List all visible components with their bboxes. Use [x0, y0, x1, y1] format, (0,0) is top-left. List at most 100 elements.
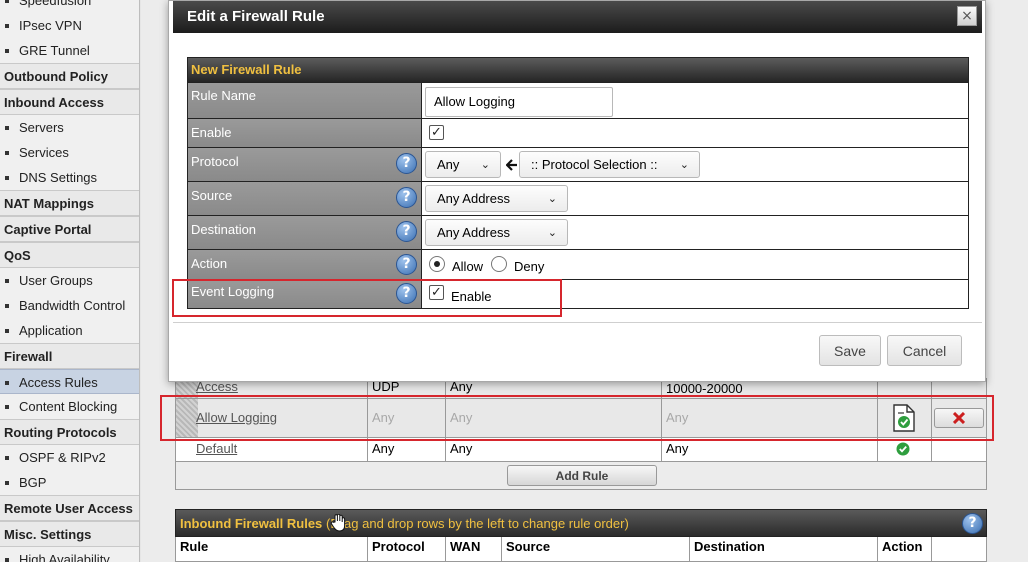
sidebar-section-qos[interactable]: QoS: [0, 242, 139, 268]
help-icon[interactable]: ?: [396, 187, 417, 208]
chevron-down-icon: ⌄: [480, 158, 490, 171]
sidebar-item-user-groups[interactable]: User Groups: [0, 268, 139, 293]
col-wan: WAN: [446, 537, 502, 561]
sidebar-item-high-availability[interactable]: High Availability: [0, 547, 139, 562]
help-icon[interactable]: ?: [396, 283, 417, 304]
allow-radio[interactable]: [429, 256, 445, 272]
rule-name-link[interactable]: Allow Logging: [196, 410, 277, 425]
sidebar-section-nat-mappings[interactable]: NAT Mappings: [0, 190, 139, 216]
col-source: Source: [502, 537, 690, 561]
event-logging-checkbox[interactable]: ✓: [429, 285, 444, 300]
action-label-cell: Action ?: [188, 250, 422, 279]
rule-name-label: Rule Name: [188, 83, 422, 118]
source-select-value: Any Address: [437, 191, 510, 206]
edit-rule-dialog: Edit a Firewall Rule × New Firewall Rule…: [168, 0, 986, 382]
chevron-down-icon: ⌄: [547, 226, 557, 239]
dialog-title: Edit a Firewall Rule: [187, 8, 325, 25]
destination-label: Destination: [191, 222, 257, 237]
form-section-title: New Firewall Rule: [188, 58, 968, 82]
deny-radio[interactable]: [491, 256, 507, 272]
col-destination: Destination: [690, 537, 878, 561]
sidebar-item-dns-settings[interactable]: DNS Settings: [0, 165, 139, 190]
close-icon: [953, 412, 965, 424]
table-row-allow-logging[interactable]: Allow Logging Any Any Any: [175, 398, 987, 438]
sidebar-list: Speedfusion IPsec VPN GRE Tunnel Outbound P…: [0, 0, 139, 562]
sidebar-section-captive-portal[interactable]: Captive Portal: [0, 216, 139, 242]
add-rule-row: Add Rule: [175, 462, 987, 490]
rule-form: New Firewall Rule Rule Name Allow Loggin…: [187, 57, 969, 309]
action-row: Action ? Allow Deny: [188, 249, 968, 279]
sidebar-section-remote-user-access[interactable]: Remote User Access: [0, 495, 139, 521]
sidebar-section-misc-settings[interactable]: Misc. Settings: [0, 521, 139, 547]
source-row: Source ? Any Address ⌄: [188, 181, 968, 215]
sidebar-section-outbound-policy[interactable]: Outbound Policy: [0, 63, 139, 89]
help-icon[interactable]: ?: [396, 153, 417, 174]
protocol-selection-select[interactable]: :: Protocol Selection :: ⌄: [519, 151, 700, 178]
arrow-left-icon: [506, 159, 517, 171]
sidebar-section-inbound-access[interactable]: Inbound Access: [0, 89, 139, 115]
destination-select[interactable]: Any Address ⌄: [425, 219, 568, 246]
deny-radio-label: Deny: [514, 259, 545, 274]
help-icon[interactable]: ?: [962, 513, 983, 534]
event-logging-row: Event Logging ? ✓ Enable: [188, 279, 968, 308]
sidebar-item-servers[interactable]: Servers: [0, 115, 139, 140]
dialog-divider: [173, 322, 982, 323]
enable-label: Enable: [188, 119, 422, 147]
rule-action: [878, 438, 932, 461]
col-action: Action: [878, 537, 932, 561]
rule-destination: Any: [662, 399, 878, 437]
sidebar-section-routing-protocols[interactable]: Routing Protocols: [0, 419, 139, 445]
check-icon: [896, 442, 910, 456]
sidebar-item-services[interactable]: Services: [0, 140, 139, 165]
source-label: Source: [191, 188, 233, 203]
sidebar-item-access-rules[interactable]: Access Rules: [0, 369, 139, 394]
inbound-rules-title: Inbound Firewall Rules: [180, 516, 323, 531]
protocol-select[interactable]: Any ⌄: [425, 151, 501, 178]
rule-name-input[interactable]: Allow Logging: [425, 87, 613, 117]
col-rule: Rule: [176, 537, 368, 561]
sidebar-section-firewall[interactable]: Firewall: [0, 343, 139, 369]
sidebar-item-ipsec-vpn[interactable]: IPsec VPN: [0, 13, 139, 38]
destination-select-value: Any Address: [437, 225, 510, 240]
source-label-cell: Source ?: [188, 182, 422, 215]
add-rule-button[interactable]: Add Rule: [507, 465, 657, 486]
rule-destination: Any: [662, 438, 878, 461]
chevron-down-icon: ⌄: [679, 158, 689, 171]
sidebar-item-bgp[interactable]: BGP: [0, 470, 139, 495]
col-protocol: Protocol: [368, 537, 446, 561]
chevron-down-icon: ⌄: [547, 192, 557, 205]
sidebar-item-bandwidth-control[interactable]: Bandwidth Control: [0, 293, 139, 318]
hand-cursor-icon: [330, 514, 346, 532]
inbound-table-header: Rule Protocol WAN Source Destination Act…: [175, 537, 987, 562]
sidebar-item-application[interactable]: Application: [0, 318, 139, 343]
enable-row: Enable ✓: [188, 118, 968, 147]
rule-name-row: Rule Name Allow Logging: [188, 82, 968, 118]
sidebar-item-ospf-ripv2[interactable]: OSPF & RIPv2: [0, 445, 139, 470]
rule-protocol: Any: [368, 399, 446, 437]
action-label: Action: [191, 256, 228, 271]
table-row-default[interactable]: Default Any Any Any: [175, 438, 987, 462]
inbound-rules-header: Inbound Firewall Rules (Drag and drop ro…: [175, 509, 987, 537]
protocol-selection-value: :: Protocol Selection ::: [531, 157, 658, 172]
event-logging-label-cell: Event Logging ?: [188, 280, 422, 308]
rule-name-link[interactable]: Default: [196, 441, 237, 456]
cancel-button[interactable]: Cancel: [887, 335, 962, 366]
dialog-title-bar: Edit a Firewall Rule ×: [173, 1, 982, 33]
inbound-rules-hint: (Drag and drop rows by the left to chang…: [326, 516, 629, 531]
sidebar-item-content-blocking[interactable]: Content Blocking: [0, 394, 139, 419]
rule-source: Any: [446, 399, 662, 437]
help-icon[interactable]: ?: [396, 221, 417, 242]
sidebar-item-speedfusion[interactable]: Speedfusion: [0, 0, 139, 13]
allow-radio-label: Allow: [452, 259, 484, 274]
allow-log-icon: [893, 404, 915, 432]
help-icon[interactable]: ?: [396, 254, 417, 275]
enable-checkbox[interactable]: ✓: [429, 125, 444, 140]
close-dialog-button[interactable]: ×: [957, 6, 977, 26]
sidebar-item-gre-tunnel[interactable]: GRE Tunnel: [0, 38, 139, 63]
delete-rule-button[interactable]: [934, 408, 984, 428]
protocol-select-value: Any: [437, 157, 460, 172]
event-logging-label: Event Logging: [191, 284, 275, 299]
sidebar-nav: Speedfusion IPsec VPN GRE Tunnel Outbound P…: [0, 0, 140, 562]
source-select[interactable]: Any Address ⌄: [425, 185, 568, 212]
save-button[interactable]: Save: [819, 335, 881, 366]
